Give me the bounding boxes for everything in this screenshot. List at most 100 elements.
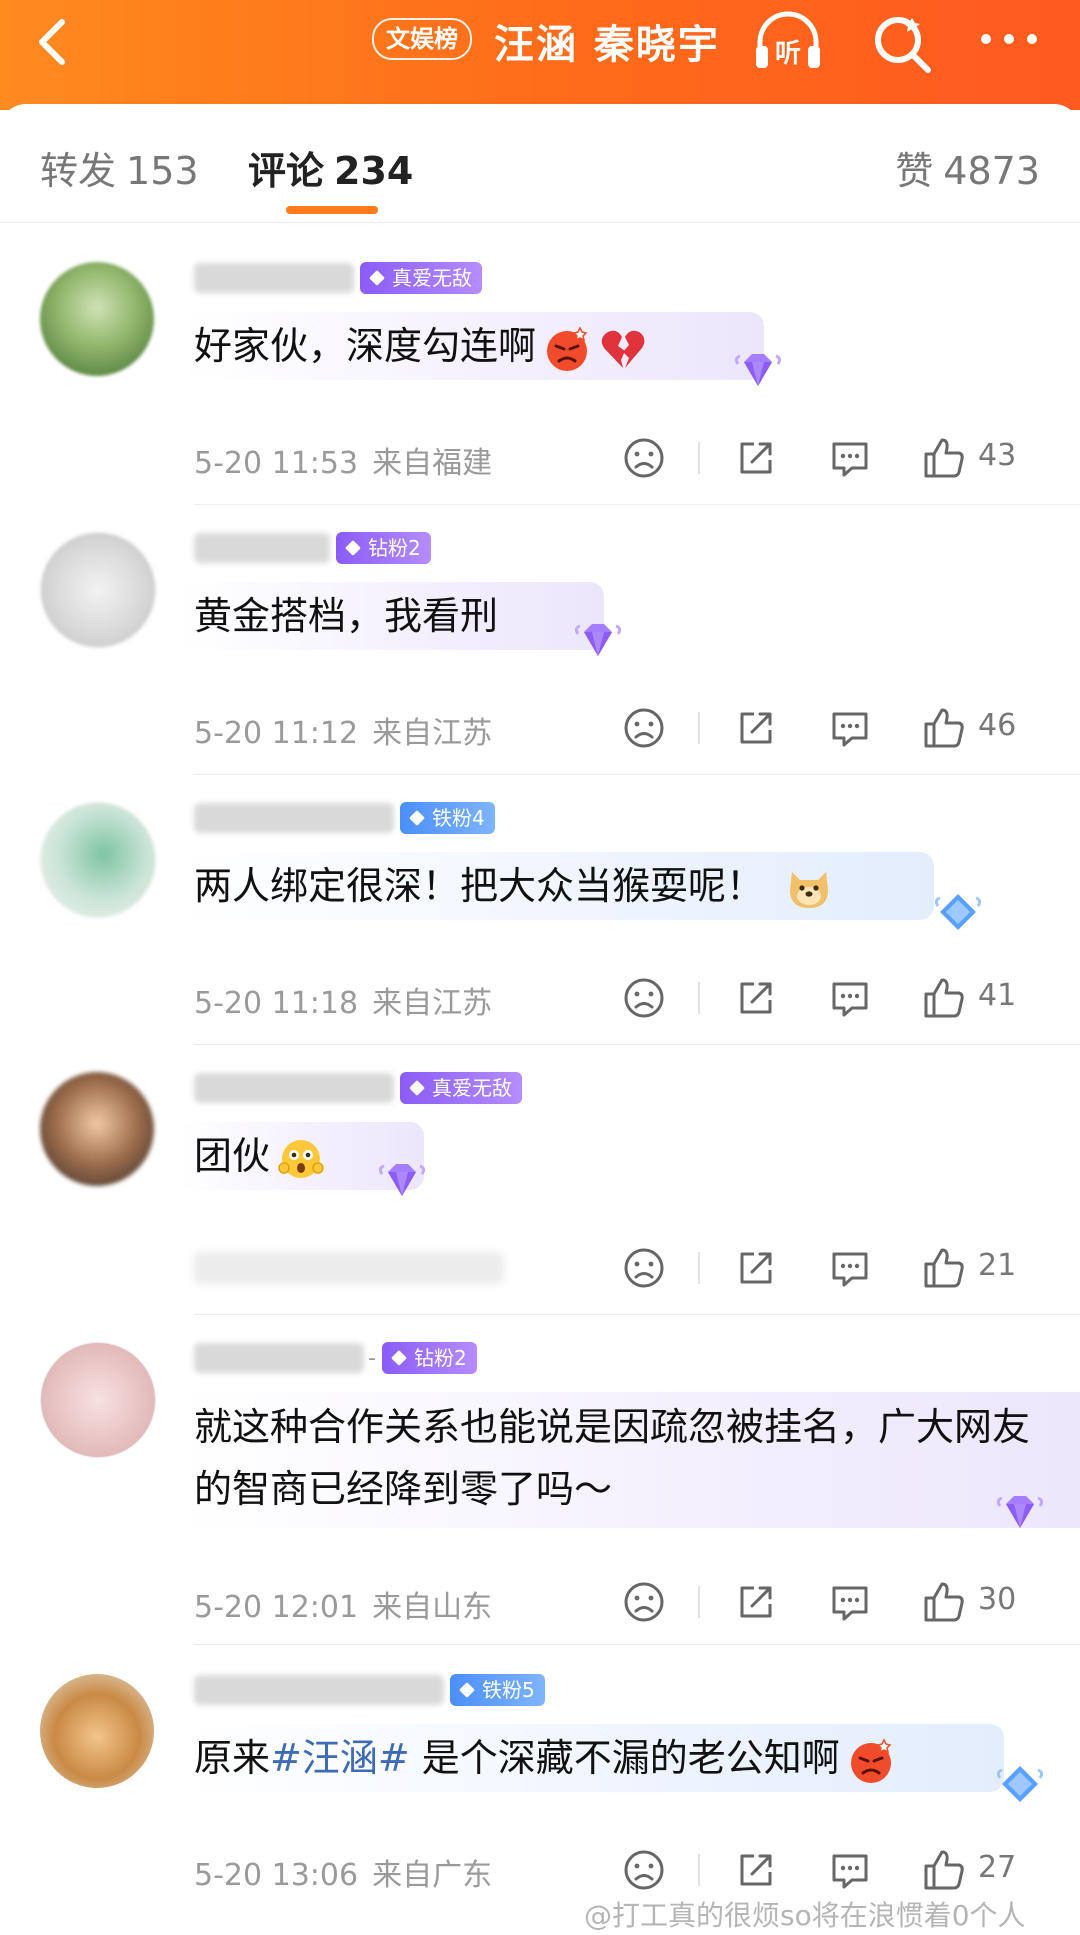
sad-face-icon[interactable] bbox=[622, 976, 666, 1020]
share-icon[interactable] bbox=[734, 1848, 778, 1892]
avatar[interactable] bbox=[40, 1072, 154, 1186]
headphones-icon[interactable]: 听 bbox=[750, 10, 826, 74]
comment-body-start: 原来 bbox=[194, 1736, 271, 1780]
reply-icon[interactable] bbox=[828, 1848, 872, 1892]
diamond-gem-icon bbox=[574, 618, 622, 662]
username-blurred[interactable] bbox=[194, 803, 394, 833]
tab-reposts[interactable]: 转发 153 bbox=[40, 140, 199, 195]
fan-badge[interactable]: 真爱无敌 bbox=[400, 1072, 522, 1104]
search-icon[interactable] bbox=[868, 10, 934, 76]
comment-body: 两人绑定很深！把大众当猴耍呢！ bbox=[194, 864, 765, 908]
username-blurred[interactable] bbox=[194, 1675, 444, 1705]
avatar[interactable] bbox=[40, 1674, 154, 1788]
like-count: 46 bbox=[978, 708, 1017, 743]
comment-location: 来自福建 bbox=[372, 446, 493, 481]
avatar[interactable] bbox=[40, 802, 156, 918]
comment-actions: 21 bbox=[622, 1246, 1042, 1290]
user-row: 真爱无敌 bbox=[194, 262, 482, 298]
fan-badge[interactable]: 钻粉2 bbox=[336, 532, 431, 564]
reply-icon[interactable] bbox=[828, 1246, 872, 1290]
divider bbox=[194, 1044, 1080, 1045]
divider bbox=[194, 1644, 1080, 1645]
diamond-gem-icon bbox=[934, 890, 982, 934]
like-count: 41 bbox=[978, 978, 1017, 1013]
avatar[interactable] bbox=[40, 532, 156, 648]
fan-badge[interactable]: 铁粉4 bbox=[400, 802, 495, 834]
divider bbox=[698, 982, 700, 1014]
thumbs-up-icon[interactable] bbox=[922, 976, 966, 1020]
sad-face-icon[interactable] bbox=[622, 436, 666, 480]
comment-date: 5-20 13:06 bbox=[194, 1858, 359, 1893]
fan-badge[interactable]: 铁粉5 bbox=[450, 1674, 545, 1706]
fan-badge[interactable]: 钻粉2 bbox=[381, 1342, 477, 1374]
reply-icon[interactable] bbox=[828, 976, 872, 1020]
angry-emoji-icon bbox=[846, 1736, 896, 1786]
comment-body: 黄金搭档，我看刑 bbox=[194, 594, 499, 638]
avatar[interactable] bbox=[40, 262, 154, 376]
comment-body-end: 是个深藏不漏的老公知啊 bbox=[409, 1736, 840, 1780]
divider bbox=[698, 712, 700, 744]
comment-date: 5-20 11:53 bbox=[194, 446, 359, 481]
comment-meta: 5-20 11:18 来自江苏 bbox=[194, 978, 493, 1021]
divider bbox=[194, 504, 1080, 505]
thumbs-up-icon[interactable] bbox=[922, 436, 966, 480]
share-icon[interactable] bbox=[734, 706, 778, 750]
like-count: 21 bbox=[978, 1248, 1017, 1283]
tab-likes-count: 4873 bbox=[943, 149, 1040, 193]
diamond-gem-icon bbox=[996, 1490, 1044, 1534]
divider bbox=[698, 1586, 700, 1618]
username-blurred[interactable] bbox=[194, 1073, 394, 1103]
thumbs-up-icon[interactable] bbox=[922, 1848, 966, 1892]
top-bar: 文娱榜 汪涵 秦晓宇 听 bbox=[0, 0, 1080, 110]
divider bbox=[194, 774, 1080, 775]
thumbs-up-icon[interactable] bbox=[922, 706, 966, 750]
comment-text: 就这种合作关系也能说是因疏忽被挂名，广大网友的智商已经降到零了吗～ bbox=[180, 1392, 1080, 1528]
username-blurred[interactable] bbox=[194, 263, 354, 293]
comment-location: 来自江苏 bbox=[372, 986, 493, 1021]
sad-face-icon[interactable] bbox=[622, 706, 666, 750]
thumbs-up-icon[interactable] bbox=[922, 1246, 966, 1290]
comment-date: 5-20 12:01 bbox=[194, 1590, 359, 1625]
share-icon[interactable] bbox=[734, 1580, 778, 1624]
comment-actions: 46 bbox=[622, 706, 1042, 750]
username-blurred[interactable] bbox=[194, 1343, 364, 1373]
rank-tag[interactable]: 文娱榜 bbox=[372, 18, 472, 60]
comment-body: 就这种合作关系也能说是因疏忽被挂名，广大网友的智商已经降到零了吗～ bbox=[194, 1405, 1031, 1511]
comment-actions: 43 bbox=[622, 436, 1042, 480]
user-row: 铁粉5 bbox=[194, 1674, 545, 1710]
tab-reposts-label: 转发 bbox=[40, 149, 117, 193]
back-arrow-icon[interactable] bbox=[26, 12, 86, 72]
tab-comments-label: 评论 bbox=[248, 149, 325, 193]
sad-face-icon[interactable] bbox=[622, 1580, 666, 1624]
avatar[interactable] bbox=[40, 1342, 156, 1458]
reply-icon[interactable] bbox=[828, 1580, 872, 1624]
tab-comments[interactable]: 评论 234 bbox=[248, 140, 413, 195]
share-icon[interactable] bbox=[734, 1246, 778, 1290]
active-tab-indicator bbox=[286, 206, 378, 214]
tab-likes[interactable]: 赞 4873 bbox=[895, 140, 1040, 195]
comment-meta: 5-20 11:53 来自福建 bbox=[194, 438, 493, 481]
broken-heart-emoji-icon bbox=[598, 324, 648, 374]
tab-likes-label: 赞 bbox=[895, 149, 934, 193]
share-icon[interactable] bbox=[734, 976, 778, 1020]
sad-face-icon[interactable] bbox=[622, 1848, 666, 1892]
comment-body: 团伙 bbox=[194, 1134, 271, 1178]
sad-face-icon[interactable] bbox=[622, 1246, 666, 1290]
comment-location: 来自江苏 bbox=[372, 716, 493, 751]
like-count: 30 bbox=[978, 1582, 1017, 1617]
username-blurred[interactable] bbox=[194, 533, 330, 563]
reply-icon[interactable] bbox=[828, 436, 872, 480]
topic-link[interactable]: #汪涵# bbox=[270, 1736, 410, 1780]
fan-badge[interactable]: 真爱无敌 bbox=[360, 262, 482, 294]
divider bbox=[698, 1252, 700, 1284]
comment-location: 来自山东 bbox=[372, 1590, 493, 1625]
reply-icon[interactable] bbox=[828, 706, 872, 750]
thumbs-up-icon[interactable] bbox=[922, 1580, 966, 1624]
diamond-gem-icon bbox=[378, 1158, 426, 1202]
more-icon[interactable] bbox=[976, 24, 1042, 54]
share-icon[interactable] bbox=[734, 436, 778, 480]
angry-emoji-icon bbox=[542, 324, 592, 374]
watermark: @打工真的很烦so将在浪惯着0个人 bbox=[584, 1899, 1026, 1932]
like-count: 27 bbox=[978, 1850, 1017, 1885]
comment-meta: 5-20 13:06 来自广东 bbox=[194, 1850, 492, 1893]
